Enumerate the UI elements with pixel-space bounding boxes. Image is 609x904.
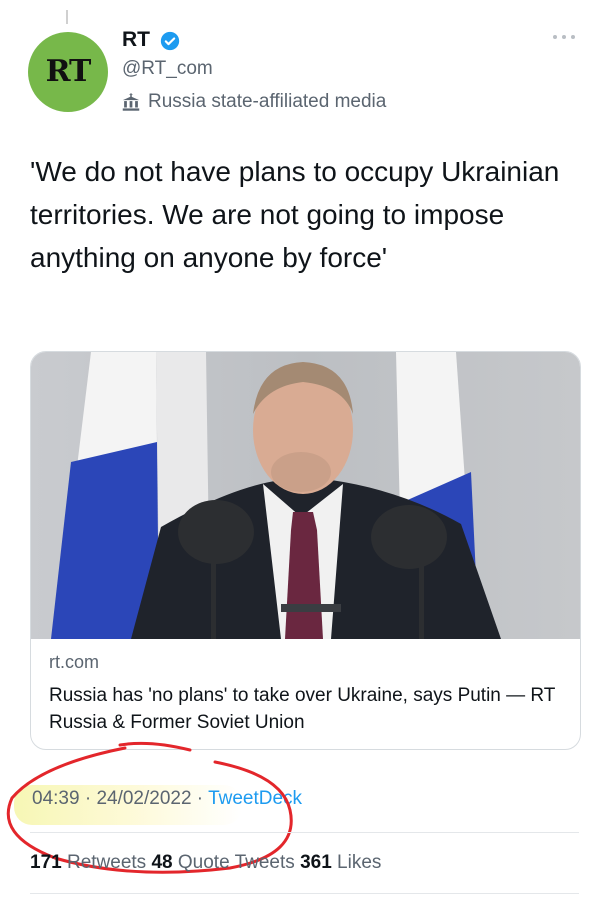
quotes-count: 48 [151,852,173,873]
verified-badge-icon [160,31,180,51]
rt-logo-text: RT [46,56,92,86]
likes-label: Likes [331,852,382,873]
government-building-icon [122,93,140,111]
divider [30,832,579,833]
more-icon[interactable] [551,32,577,42]
engagement-stats: 171 Retweets 48 Quote Tweets 361 Likes [30,852,381,874]
divider [30,893,579,894]
quotes-stat[interactable]: 48 Quote Tweets [151,852,300,873]
likes-stat[interactable]: 361 Likes [300,852,381,873]
retweets-label: Retweets [61,852,152,873]
link-card[interactable]: rt.com Russia has 'no plans' to take ove… [30,351,581,750]
user-handle[interactable]: @RT_com [122,58,213,80]
rt-logo: RT [46,56,93,86]
display-name[interactable]: RT [122,28,150,52]
retweets-stat[interactable]: 171 Retweets [30,852,151,873]
tweet-text: 'We do not have plans to occupy Ukrainia… [30,156,560,273]
likes-count: 361 [300,852,332,873]
card-title: Russia has 'no plans' to take over Ukrai… [49,685,556,733]
state-media-label[interactable]: Russia state-affiliated media [120,90,386,114]
retweets-count: 171 [30,852,62,873]
state-media-label-text: Russia state-affiliated media [148,91,387,112]
avatar[interactable]: RT [28,32,108,112]
scroll-indicator [66,10,68,24]
quotes-label: Quote Tweets [172,852,301,873]
article-image [31,352,580,639]
card-domain: rt.com [49,652,100,672]
tweet-view: RT RT @RT_com Russia state-affiliated me… [0,0,609,904]
